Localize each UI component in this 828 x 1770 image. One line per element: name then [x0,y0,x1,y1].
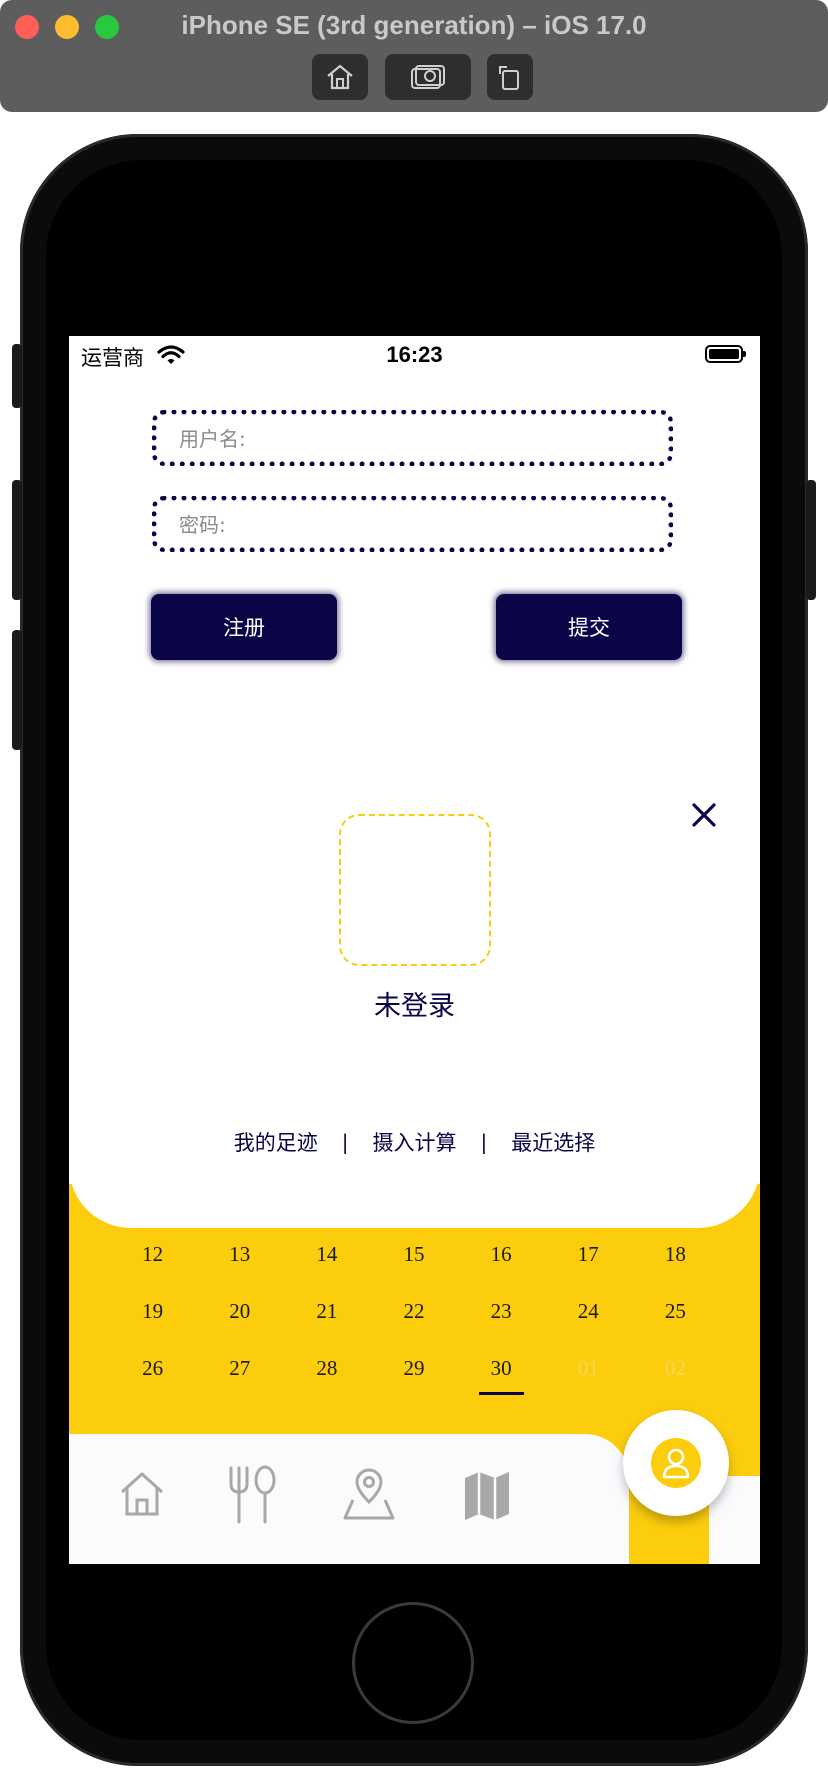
tab-food[interactable] [221,1462,281,1532]
rotate-toolbar-button[interactable] [487,54,533,100]
tab-location[interactable] [339,1462,399,1532]
home-toolbar-button[interactable] [312,54,368,100]
user-icon [662,1448,690,1479]
home-icon [120,1472,164,1516]
fab-circle [651,1438,701,1488]
home-icon [327,64,353,90]
window-title: iPhone SE (3rd generation) – iOS 17.0 [181,10,647,40]
register-button[interactable]: 注册 [151,594,337,660]
mute-switch [12,344,22,408]
calendar-day[interactable]: 20 [196,1299,283,1324]
camera-icon [411,65,445,89]
calendar-day[interactable]: 19 [109,1299,196,1324]
volume-down-button [12,630,22,750]
power-button [806,480,816,600]
screenshot-toolbar-button[interactable] [385,54,471,100]
map-icon [465,1472,509,1520]
device-home-button[interactable] [352,1602,474,1724]
calendar-day[interactable]: 27 [196,1356,283,1381]
status-time: 16:23 [386,342,443,367]
calendar-day[interactable]: 18 [632,1242,719,1267]
calendar-week-row: 19 20 21 22 23 24 25 [109,1283,719,1340]
password-field [152,496,673,552]
content-panel-curve [69,1096,760,1228]
calendar-day[interactable]: 26 [109,1356,196,1381]
password-input[interactable] [177,501,651,549]
calendar-day[interactable]: 15 [370,1242,457,1267]
username-field [152,410,673,466]
calendar-day[interactable]: 14 [283,1242,370,1267]
calendar-day-next-month[interactable]: 01 [545,1356,632,1381]
calendar-day[interactable]: 16 [458,1242,545,1267]
fork-spoon-icon [229,1465,276,1524]
calendar-grid: 12 13 14 15 16 17 18 19 20 21 22 23 24 2… [109,1226,719,1397]
quick-links: 我的足迹 | 摄入计算 | 最近选择 [69,1122,760,1162]
calendar-day[interactable]: 22 [370,1299,457,1324]
recent-choice-link[interactable]: 最近选择 [511,1127,595,1157]
status-bar: 运营商 16:23 [69,336,760,376]
battery-icon [705,345,746,363]
link-separator: | [480,1130,488,1154]
calendar-day-today[interactable]: 30 [458,1356,545,1395]
location-pin-icon [343,1468,395,1520]
app-screen: 运营商 16:23 注册 提交 未登录 我的足迹 | 摄入计算 | 最近选择 1… [69,336,760,1564]
calendar-week-row: 26 27 28 29 30 01 02 [109,1340,719,1397]
avatar-placeholder[interactable] [339,814,491,966]
volume-up-button [12,480,22,600]
calendar-day[interactable]: 13 [196,1242,283,1267]
simulator-titlebar: iPhone SE (3rd generation) – iOS 17.0 [0,0,828,112]
calendar-day-next-month[interactable]: 02 [632,1356,719,1381]
tab-home[interactable] [114,1462,174,1532]
calendar-day[interactable]: 17 [545,1242,632,1267]
close-icon[interactable] [691,802,717,828]
username-input[interactable] [177,415,651,463]
calendar-day[interactable]: 25 [632,1299,719,1324]
calendar-day[interactable]: 29 [370,1356,457,1381]
profile-fab-button[interactable] [623,1410,729,1516]
intake-calc-link[interactable]: 摄入计算 [373,1127,457,1157]
calendar-day[interactable]: 24 [545,1299,632,1324]
footprint-link[interactable]: 我的足迹 [234,1127,318,1157]
submit-button[interactable]: 提交 [496,594,682,660]
tab-map[interactable] [457,1462,517,1532]
link-separator: | [341,1130,349,1154]
calendar-day[interactable]: 23 [458,1299,545,1324]
calendar-week-row: 12 13 14 15 16 17 18 [109,1226,719,1283]
rotate-icon [499,66,519,90]
login-status-label: 未登录 [374,991,455,1022]
calendar-day[interactable]: 21 [283,1299,370,1324]
calendar-day[interactable]: 28 [283,1356,370,1381]
calendar-day[interactable]: 12 [109,1242,196,1267]
